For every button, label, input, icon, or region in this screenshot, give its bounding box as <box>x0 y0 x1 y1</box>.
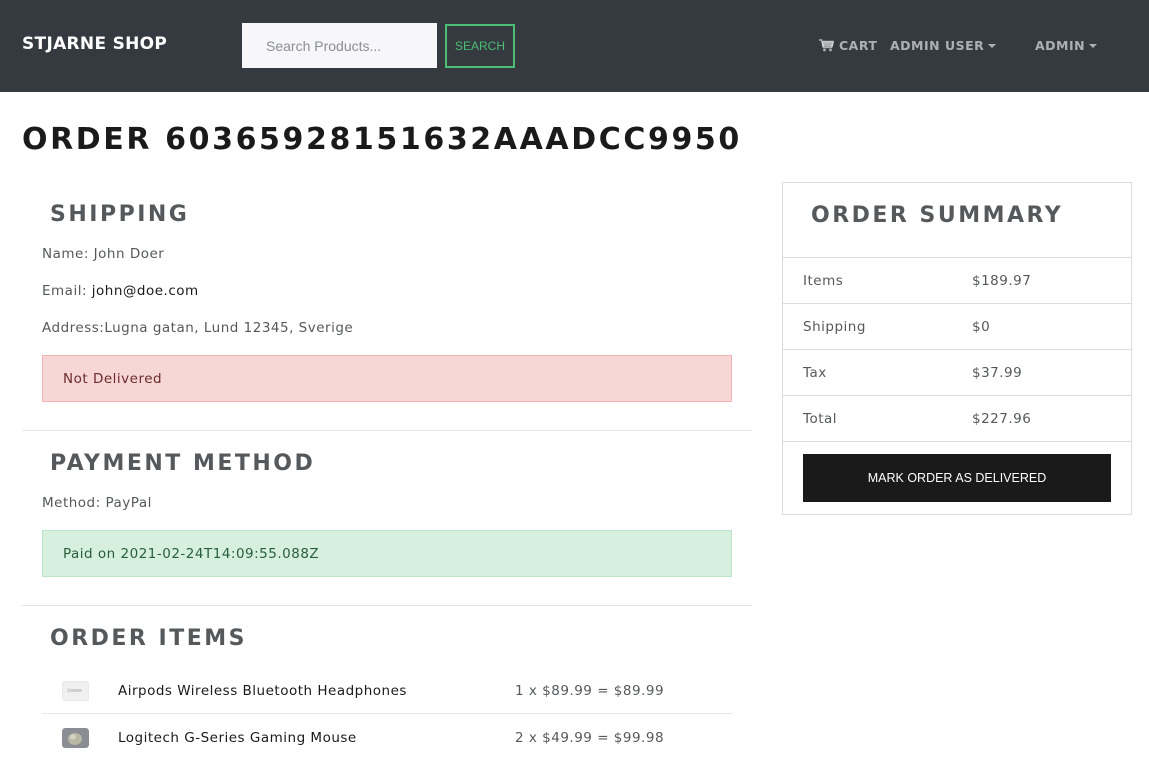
user-menu-label: ADMIN USER <box>890 38 985 53</box>
shipping-name-label: Name: <box>42 246 94 262</box>
section-divider <box>22 430 752 431</box>
search-input[interactable] <box>242 23 437 68</box>
summary-row-shipping: Shipping $0 <box>783 303 1131 349</box>
shipping-address-label: Address: <box>42 320 105 336</box>
page-title: ORDER 60365928151632AAADCC9950 <box>22 122 742 157</box>
summary-value: $189.97 <box>972 273 1032 289</box>
shipping-address: Address:Lugna gatan, Lund 12345, Sverige <box>42 320 353 336</box>
order-item-row: Logitech G-Series Gaming Mouse 2 x $49.9… <box>42 715 732 761</box>
order-items-heading: ORDER ITEMS <box>50 626 247 651</box>
cart-icon <box>819 39 834 52</box>
summary-label: Total <box>803 411 838 427</box>
user-menu-dropdown[interactable]: ADMIN USER <box>890 38 997 53</box>
shipping-email-label: Email: <box>42 283 92 299</box>
shipping-email: Email: john@doe.com <box>42 283 199 299</box>
payment-heading: PAYMENT METHOD <box>50 451 316 476</box>
product-image[interactable] <box>62 728 89 748</box>
admin-menu-label: ADMIN <box>1035 38 1086 53</box>
product-image[interactable] <box>62 681 89 701</box>
mark-delivered-button[interactable]: MARK ORDER AS DELIVERED <box>803 454 1111 502</box>
email-link[interactable]: john@doe.com <box>92 283 199 299</box>
order-summary-card: ORDER SUMMARY Items $189.97 Shipping $0 … <box>782 182 1132 515</box>
navbar: STJARNE SHOP SEARCH CART ADMIN USER ADMI… <box>0 0 1149 92</box>
shipping-heading: SHIPPING <box>50 202 190 227</box>
payment-method: Method: PayPal <box>42 495 152 511</box>
section-divider <box>22 605 752 606</box>
shipping-name-value: John Doer <box>93 246 165 262</box>
payment-method-value: PayPal <box>105 495 152 511</box>
caret-down-icon <box>1089 43 1098 48</box>
cart-label: CART <box>839 38 878 53</box>
summary-row-total: Total $227.96 <box>783 395 1131 441</box>
shipping-address-value: Lugna gatan, Lund 12345, Sverige <box>104 320 354 336</box>
payment-method-label: Method: <box>42 495 106 511</box>
payment-status-alert: Paid on 2021-02-24T14:09:55.088Z <box>42 530 732 577</box>
order-item-row: Airpods Wireless Bluetooth Headphones 1 … <box>42 668 732 714</box>
admin-menu-dropdown[interactable]: ADMIN <box>1035 38 1098 53</box>
summary-row-items: Items $189.97 <box>783 257 1131 303</box>
delivery-status-alert: Not Delivered <box>42 355 732 402</box>
search-button[interactable]: SEARCH <box>445 24 515 68</box>
cart-link[interactable]: CART <box>819 38 877 53</box>
brand-logo[interactable]: STJARNE SHOP <box>22 34 167 54</box>
order-item-price: 1 x $89.99 = $89.99 <box>515 683 665 699</box>
summary-label: Items <box>803 273 844 289</box>
shipping-name: Name: John Doer <box>42 246 164 262</box>
summary-value: $37.99 <box>972 365 1023 381</box>
order-item-price: 2 x $49.99 = $99.98 <box>515 730 665 746</box>
summary-value: $0 <box>972 319 991 335</box>
order-item-name[interactable]: Logitech G-Series Gaming Mouse <box>118 730 357 746</box>
order-item-name[interactable]: Airpods Wireless Bluetooth Headphones <box>118 683 407 699</box>
summary-value: $227.96 <box>972 411 1032 427</box>
order-summary-heading: ORDER SUMMARY <box>811 203 1064 228</box>
summary-label: Tax <box>803 365 827 381</box>
caret-down-icon <box>988 43 997 48</box>
summary-row-tax: Tax $37.99 <box>783 349 1131 395</box>
summary-label: Shipping <box>803 319 866 335</box>
